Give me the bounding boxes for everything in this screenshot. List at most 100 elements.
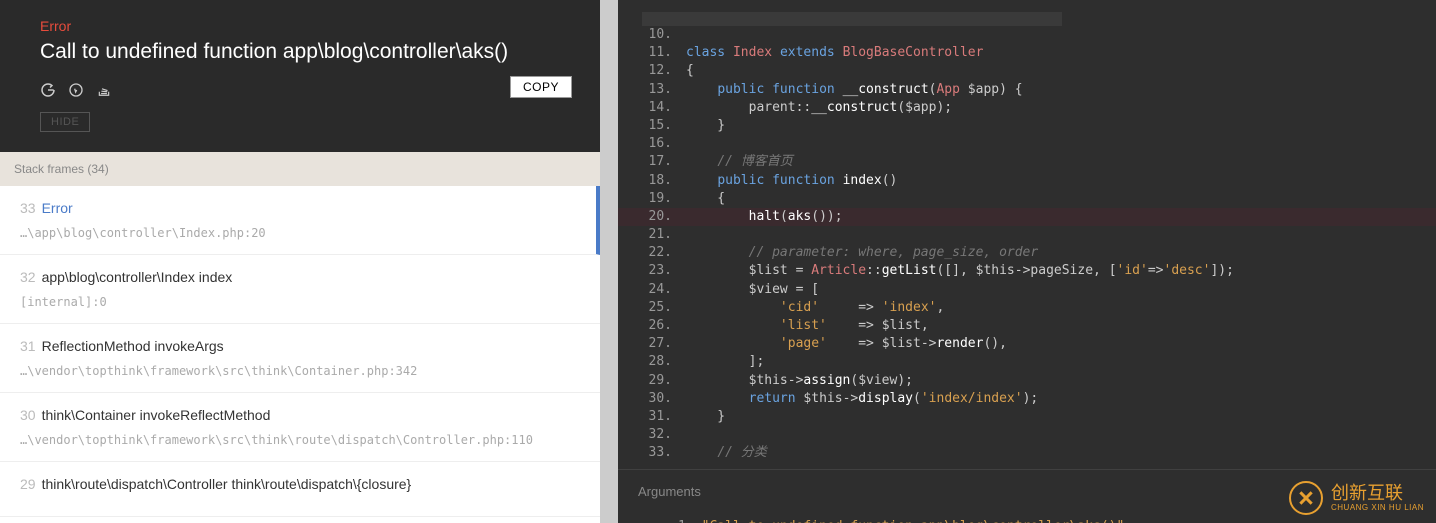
line-number: 26. <box>618 317 678 335</box>
line-number: 14. <box>618 99 678 117</box>
line-content: // 博客首页 <box>678 153 1436 171</box>
stack-frame[interactable]: 32app\blog\controller\Index index[intern… <box>0 255 600 324</box>
code-line: 14. parent::__construct($app); <box>618 99 1436 117</box>
line-number: 29. <box>618 372 678 390</box>
frame-path: …\vendor\topthink\framework\src\think\ro… <box>20 433 580 447</box>
stack-frames-list: 33Error…\app\blog\controller\Index.php:2… <box>0 186 600 523</box>
code-line: 13. public function __construct(App $app… <box>618 81 1436 99</box>
line-number: 32. <box>618 426 678 444</box>
code-line: 15. } <box>618 117 1436 135</box>
line-number: 10. <box>618 26 678 44</box>
watermark-logo-icon <box>1289 481 1323 515</box>
line-number: 19. <box>618 190 678 208</box>
right-panel: 10.11.class Index extends BlogBaseContro… <box>618 0 1436 523</box>
code-line: 21. <box>618 226 1436 244</box>
line-number: 28. <box>618 353 678 371</box>
error-title: Call to undefined function app\blog\cont… <box>40 40 560 64</box>
watermark-title: 创新互联 <box>1331 484 1424 503</box>
line-content: { <box>678 62 1436 80</box>
code-line: 27. 'page' => $list->render(), <box>618 335 1436 353</box>
code-line: 18. public function index() <box>618 172 1436 190</box>
frame-number: 29 <box>20 476 36 492</box>
line-content: $list = Article::getList([], $this->page… <box>678 262 1436 280</box>
line-content <box>678 426 1436 444</box>
line-content: $this->assign($view); <box>678 372 1436 390</box>
frame-name: think\route\dispatch\Controller think\ro… <box>42 476 412 492</box>
line-number: 13. <box>618 81 678 99</box>
line-number: 11. <box>618 44 678 62</box>
code-block: 10.11.class Index extends BlogBaseContro… <box>618 26 1436 463</box>
line-number: 15. <box>618 117 678 135</box>
line-number: 25. <box>618 299 678 317</box>
line-content: class Index extends BlogBaseController <box>678 44 1436 62</box>
code-line: 19. { <box>618 190 1436 208</box>
code-line: 22. // parameter: where, page_size, orde… <box>618 244 1436 262</box>
code-line: 28. ]; <box>618 353 1436 371</box>
line-content <box>678 135 1436 153</box>
line-number: 12. <box>618 62 678 80</box>
line-content: ]; <box>678 353 1436 371</box>
frame-path: …\vendor\topthink\framework\src\think\Co… <box>20 364 580 378</box>
line-content: return $this->display('index/index'); <box>678 390 1436 408</box>
line-content: parent::__construct($app); <box>678 99 1436 117</box>
code-line: 29. $this->assign($view); <box>618 372 1436 390</box>
code-line: 23. $list = Article::getList([], $this->… <box>618 262 1436 280</box>
error-label: Error <box>40 18 560 34</box>
stack-frame[interactable]: 33Error…\app\blog\controller\Index.php:2… <box>0 186 600 255</box>
stack-frames-header: Stack frames (34) <box>0 152 600 186</box>
frame-number: 31 <box>20 338 36 354</box>
line-content: public function __construct(App $app) { <box>678 81 1436 99</box>
stack-frame[interactable]: 29 think\route\dispatch\Controller think\… <box>0 462 600 517</box>
line-number: 16. <box>618 135 678 153</box>
stack-frame[interactable]: 31 ReflectionMethod invokeArgs …\vendor\to… <box>0 324 600 393</box>
code-line: 30. return $this->display('index/index')… <box>618 390 1436 408</box>
code-line: 11.class Index extends BlogBaseControlle… <box>618 44 1436 62</box>
frame-name: ReflectionMethod invokeArgs <box>42 338 224 354</box>
frame-number: 30 <box>20 407 36 423</box>
line-number: 18. <box>618 172 678 190</box>
search-icon-row <box>40 82 560 98</box>
code-line: 26. 'list' => $list, <box>618 317 1436 335</box>
line-number: 33. <box>618 444 678 462</box>
line-number: 24. <box>618 281 678 299</box>
google-icon[interactable] <box>40 82 56 98</box>
duckduckgo-icon[interactable] <box>68 82 84 98</box>
line-content: public function index() <box>678 172 1436 190</box>
line-content: // 分类 <box>678 444 1436 462</box>
panel-divider[interactable] <box>600 0 618 523</box>
frame-name: think\Container invokeReflectMethod <box>42 407 271 423</box>
frame-number: 33 <box>20 200 36 216</box>
right-header-redacted <box>618 0 1436 26</box>
code-line: 12.{ <box>618 62 1436 80</box>
error-header: Error Call to undefined function app\blo… <box>0 0 600 152</box>
hide-button[interactable]: HIDE <box>40 112 90 132</box>
code-line: 25. 'cid' => 'index', <box>618 299 1436 317</box>
frame-name: Error <box>42 200 73 216</box>
code-line: 20. halt(aks()); <box>618 208 1436 226</box>
code-line: 10. <box>618 26 1436 44</box>
watermark-subtitle: CHUANG XIN HU LIAN <box>1331 503 1424 512</box>
copy-button[interactable]: COPY <box>510 76 572 98</box>
frame-number: 32 <box>20 269 36 285</box>
line-number: 21. <box>618 226 678 244</box>
line-content: // parameter: where, page_size, order <box>678 244 1436 262</box>
stack-frame[interactable]: 30 think\Container invokeReflectMethod …\v… <box>0 393 600 462</box>
line-content: halt(aks()); <box>678 208 1436 226</box>
line-content: 'list' => $list, <box>678 317 1436 335</box>
line-content: 'page' => $list->render(), <box>678 335 1436 353</box>
code-line: 17. // 博客首页 <box>618 153 1436 171</box>
stackoverflow-icon[interactable] <box>96 82 112 98</box>
left-panel: Error Call to undefined function app\blo… <box>0 0 600 523</box>
frame-name: app\blog\controller\Index index <box>42 269 233 285</box>
line-number: 20. <box>618 208 678 226</box>
line-number: 27. <box>618 335 678 353</box>
watermark: 创新互联 CHUANG XIN HU LIAN <box>1289 481 1424 515</box>
line-number: 31. <box>618 408 678 426</box>
code-line: 32. <box>618 426 1436 444</box>
line-content: 'cid' => 'index', <box>678 299 1436 317</box>
code-line: 24. $view = [ <box>618 281 1436 299</box>
code-line: 16. <box>618 135 1436 153</box>
line-number: 30. <box>618 390 678 408</box>
line-content: } <box>678 408 1436 426</box>
line-content <box>678 26 1436 44</box>
